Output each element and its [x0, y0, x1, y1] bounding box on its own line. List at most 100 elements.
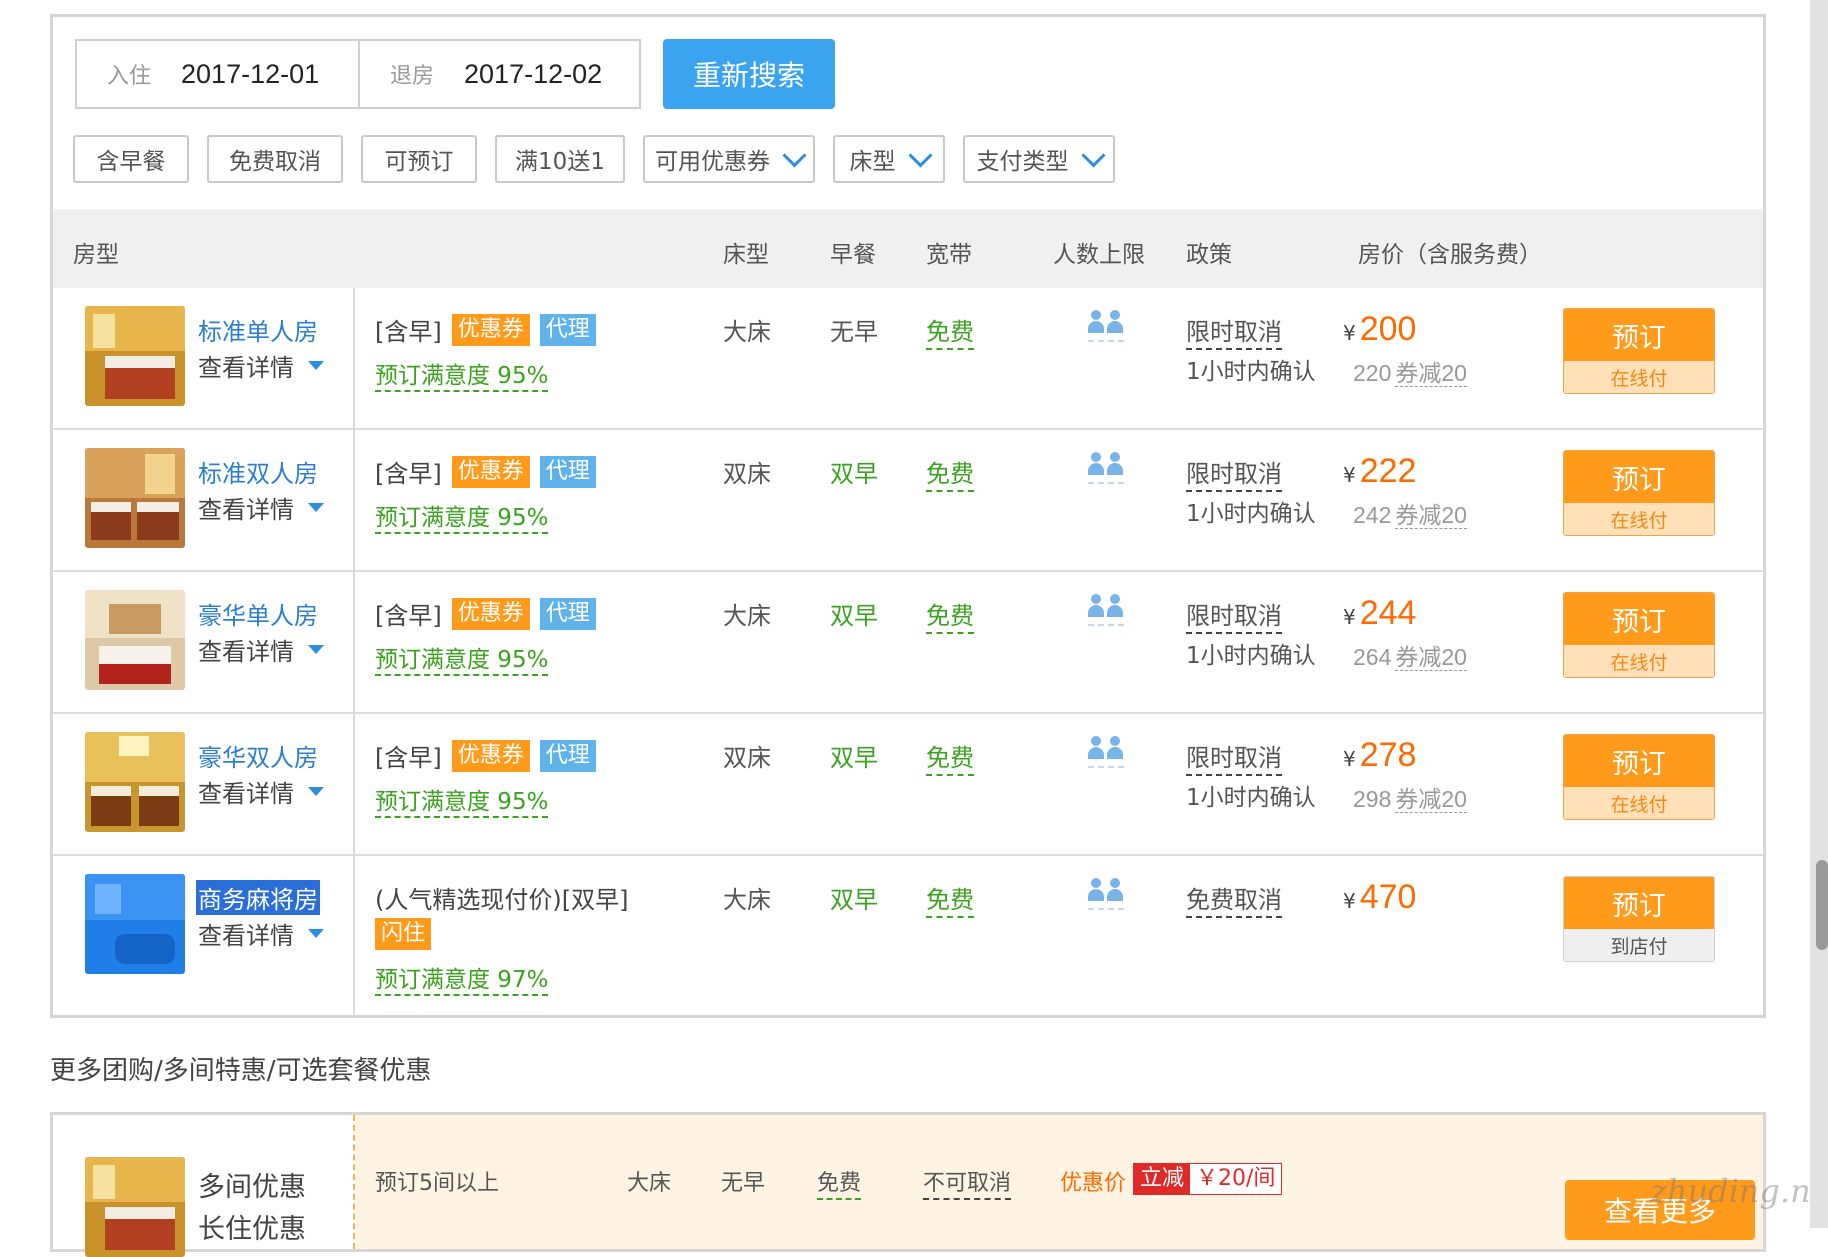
cancel-policy[interactable]: 免费取消 — [1186, 880, 1282, 918]
view-details-toggle[interactable]: 查看详情 — [198, 774, 324, 809]
deal-broadband[interactable]: 免费 — [817, 1165, 862, 1200]
view-details-toggle[interactable]: 查看详情 — [198, 348, 324, 383]
room-photo[interactable] — [85, 590, 185, 690]
date-picker[interactable]: 入住 2017-12-01 退房 2017-12-02 — [75, 39, 641, 109]
room-name-link[interactable]: 标准单人房 — [198, 312, 318, 347]
cancel-policy-label: 限时取消 — [1186, 602, 1282, 634]
deal-policy[interactable]: 不可取消 — [923, 1165, 1012, 1200]
currency-symbol: ¥ — [1343, 463, 1356, 487]
book-button[interactable]: 预订 在线付 — [1563, 734, 1715, 820]
currency-symbol: ¥ — [1343, 321, 1356, 345]
book-button[interactable]: 预订 在线付 — [1563, 308, 1715, 394]
coupon-discount[interactable]: 券减20 — [1395, 644, 1467, 671]
room-photo[interactable] — [85, 306, 185, 406]
room-photo[interactable] — [85, 448, 185, 548]
view-details-label: 查看详情 — [198, 780, 294, 808]
book-button[interactable]: 预订 到店付 — [1563, 876, 1715, 962]
deal-bed: 大床 — [627, 1171, 672, 1196]
room-name-link[interactable]: 商务麻将房 — [196, 880, 320, 915]
room-name-link[interactable]: 豪华双人房 — [198, 738, 318, 773]
cancel-policy[interactable]: 限时取消 — [1186, 738, 1282, 776]
coupon-discount[interactable]: 券减20 — [1395, 360, 1467, 387]
package-info: [含早] 优惠券 代理 — [375, 596, 596, 631]
deal-left: 多间优惠 长住优惠 — [53, 1115, 355, 1257]
broadband-value[interactable]: 免费 — [926, 454, 974, 492]
room-photo[interactable] — [85, 874, 185, 974]
filter-breakfast[interactable]: 含早餐 — [73, 135, 189, 183]
breakfast-value: 无早 — [830, 318, 878, 346]
scrollbar-track[interactable] — [1810, 0, 1828, 1228]
view-details-toggle[interactable]: 查看详情 — [198, 490, 324, 525]
agent-badge: 代理 — [539, 597, 596, 630]
cancel-policy[interactable]: 限时取消 — [1186, 454, 1282, 492]
caret-down-icon — [308, 645, 324, 654]
filter-10-get-1[interactable]: 满10送1 — [495, 135, 625, 183]
cancel-policy[interactable]: 限时取消 — [1186, 596, 1282, 634]
broadband-value[interactable]: 免费 — [926, 738, 974, 776]
people-icon[interactable] — [1088, 452, 1124, 484]
checkout-field[interactable]: 退房 2017-12-02 — [358, 41, 639, 107]
broadband-label: 免费 — [926, 602, 974, 634]
filter-label: 可用优惠券 — [655, 149, 770, 175]
watermark: zhuding.net — [1650, 1172, 1828, 1210]
view-details-label: 查看详情 — [198, 922, 294, 950]
research-button[interactable]: 重新搜索 — [663, 39, 835, 109]
satisfaction-rating[interactable]: 预订满意度 95% — [375, 504, 549, 534]
people-icon[interactable] — [1088, 594, 1124, 626]
header-price: 房价（含服务费） — [1358, 242, 1542, 268]
checkout-date[interactable]: 2017-12-02 — [464, 59, 602, 90]
price-value: 222 — [1359, 452, 1417, 490]
filter-coupon-dropdown[interactable]: 可用优惠券 — [643, 135, 815, 183]
package-label: [含早] — [375, 602, 442, 630]
filter-label: 免费取消 — [229, 149, 321, 175]
satisfaction-rating[interactable]: 预订满意度 95% — [375, 788, 549, 818]
checkin-label: 入住 — [107, 64, 152, 89]
cancel-policy[interactable]: 限时取消 — [1186, 312, 1282, 350]
view-details-label: 查看详情 — [198, 638, 294, 666]
room-name-link[interactable]: 标准双人房 — [198, 454, 318, 489]
broadband-value[interactable]: 免费 — [926, 880, 974, 918]
package-info: [含早] 优惠券 代理 — [375, 738, 596, 773]
broadband-value[interactable]: 免费 — [926, 312, 974, 350]
original-price: 242 券减20 — [1353, 496, 1467, 530]
coupon-discount[interactable]: 券减20 — [1395, 502, 1467, 529]
column-divider — [353, 714, 355, 854]
view-details-toggle[interactable]: 查看详情 — [198, 632, 324, 667]
caret-down-icon — [308, 361, 324, 370]
checkin-field[interactable]: 入住 2017-12-01 — [77, 41, 358, 107]
scrollbar-thumb[interactable] — [1816, 860, 1828, 950]
checkin-date[interactable]: 2017-12-01 — [181, 59, 319, 90]
package-label: [含早] — [375, 460, 442, 488]
broadband-value[interactable]: 免费 — [926, 596, 974, 634]
filter-bookable[interactable]: 可预订 — [361, 135, 477, 183]
satisfaction-rating[interactable]: 预订满意度 95% — [375, 646, 549, 676]
filter-label: 床型 — [849, 149, 896, 175]
room-photo[interactable] — [85, 732, 185, 832]
pay-type-label: 在线付 — [1564, 503, 1714, 535]
filter-pay-dropdown[interactable]: 支付类型 — [963, 135, 1115, 183]
filter-bed-dropdown[interactable]: 床型 — [833, 135, 945, 183]
room-price: ¥470 — [1343, 878, 1416, 917]
satisfaction-rating[interactable]: 预订满意度 95% — [375, 362, 549, 392]
people-icon[interactable] — [1088, 310, 1124, 342]
satisfaction-rating[interactable]: 预订满意度 97% — [375, 966, 549, 996]
filter-label: 支付类型 — [976, 149, 1069, 175]
broadband-label: 免费 — [926, 460, 974, 492]
book-button[interactable]: 预订 在线付 — [1563, 592, 1715, 678]
people-icon[interactable] — [1088, 878, 1124, 910]
deal-photo[interactable] — [85, 1157, 185, 1257]
header-max-people: 人数上限 — [1053, 242, 1145, 268]
table-row: 标准双人房 查看详情 [含早] 优惠券 代理 预订满意度 95% 双床 双早 免费 … — [53, 430, 1763, 572]
book-button[interactable]: 预订 在线付 — [1563, 450, 1715, 536]
coupon-badge: 优惠券 — [451, 597, 530, 630]
room-name-link[interactable]: 豪华单人房 — [198, 596, 318, 631]
deal-price-label: 优惠价 — [1060, 1171, 1127, 1196]
filter-free-cancel[interactable]: 免费取消 — [207, 135, 343, 183]
table-header: 房型 床型 早餐 宽带 人数上限 政策 房价（含服务费） — [53, 209, 1763, 288]
flash-stay-badge-wrap: 闪住 — [375, 918, 432, 950]
people-icon[interactable] — [1088, 736, 1124, 768]
currency-symbol: ¥ — [1343, 747, 1356, 771]
cancel-policy-label: 限时取消 — [1186, 318, 1282, 350]
coupon-discount[interactable]: 券减20 — [1395, 786, 1467, 813]
view-details-toggle[interactable]: 查看详情 — [198, 916, 324, 951]
